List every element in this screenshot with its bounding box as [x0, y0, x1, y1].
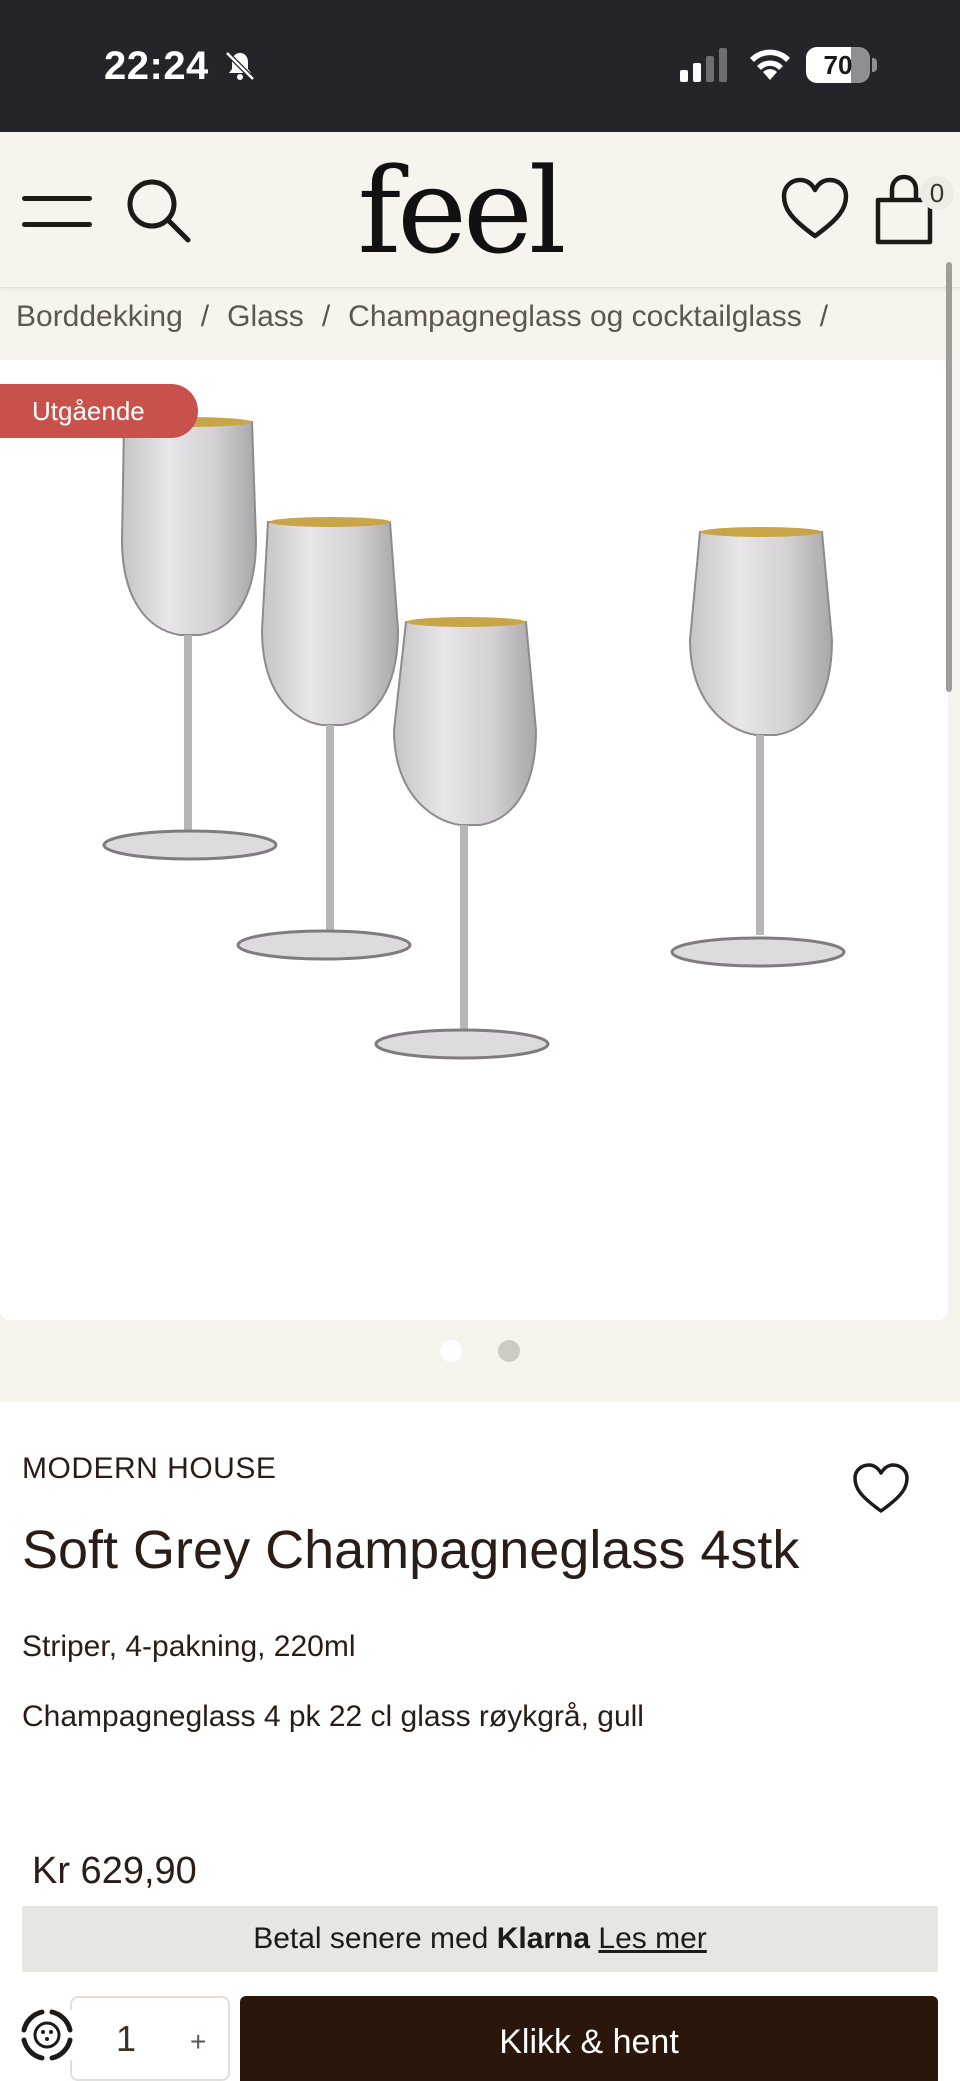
quantity-value[interactable]: 1	[116, 2018, 136, 2060]
breadcrumb-item[interactable]: Champagneglass og cocktailglass	[348, 300, 802, 333]
product-info-card	[0, 1402, 960, 2081]
cellular-signal-icon	[680, 48, 727, 82]
product-subtitle: Striper, 4-pakning, 220ml	[22, 1630, 356, 1663]
breadcrumb-item[interactable]: Borddekking	[16, 300, 183, 333]
product-brand[interactable]: MODERN HOUSE	[22, 1452, 276, 1486]
wishlist-heart-icon[interactable]	[852, 1462, 910, 1516]
carousel-dot[interactable]	[498, 1340, 520, 1362]
battery-indicator: 70	[806, 47, 877, 83]
klarna-brand: Klarna	[496, 1922, 591, 1955]
carousel-dot-active[interactable]	[440, 1340, 462, 1362]
carousel-dots	[0, 1336, 960, 1366]
breadcrumb-item[interactable]: Glass	[227, 300, 304, 333]
cart-count-badge: 0	[920, 176, 954, 210]
wifi-icon	[750, 49, 790, 80]
klarna-prefix: Betal senere med	[253, 1922, 489, 1955]
breadcrumb-separator: /	[321, 300, 331, 333]
site-header: feel 0	[0, 132, 960, 288]
status-badge: Utgående	[0, 384, 198, 438]
klarna-read-more-link[interactable]: Les mer	[598, 1922, 706, 1955]
click-and-collect-button[interactable]: Klikk & hent	[240, 1996, 938, 2081]
product-description: Champagneglass 4 pk 22 cl glass røykgrå,…	[22, 1700, 644, 1733]
quantity-stepper[interactable]: 1 +	[70, 1996, 230, 2081]
menu-icon[interactable]	[22, 192, 92, 232]
champagne-glass	[374, 617, 550, 1060]
status-time: 22:24	[104, 44, 209, 88]
scrollbar[interactable]	[946, 262, 952, 692]
product-price: Kr 629,90	[32, 1850, 197, 1892]
site-logo[interactable]: feel	[330, 146, 590, 276]
chat-widget-icon[interactable]	[12, 2000, 82, 2070]
battery-percentage: 70	[823, 50, 853, 80]
champagne-glass	[236, 517, 412, 961]
product-title: Soft Grey Champagneglass 4stk	[22, 1520, 800, 1580]
champagne-glass	[670, 527, 846, 968]
breadcrumb-separator: /	[819, 300, 829, 333]
bell-slash-icon	[225, 51, 255, 81]
quantity-increase-button[interactable]: +	[190, 2026, 206, 2058]
klarna-banner: Betal senere med Klarna Les mer	[22, 1906, 938, 1972]
status-bar: 22:24 70	[0, 0, 960, 132]
search-icon[interactable]	[124, 176, 194, 246]
product-image[interactable]	[0, 360, 948, 1320]
champagne-glass	[102, 417, 278, 861]
breadcrumb-separator: /	[200, 300, 210, 333]
breadcrumb: Borddekking / Glass / Champagneglass og cock…	[16, 300, 960, 344]
heart-icon[interactable]	[780, 176, 850, 242]
